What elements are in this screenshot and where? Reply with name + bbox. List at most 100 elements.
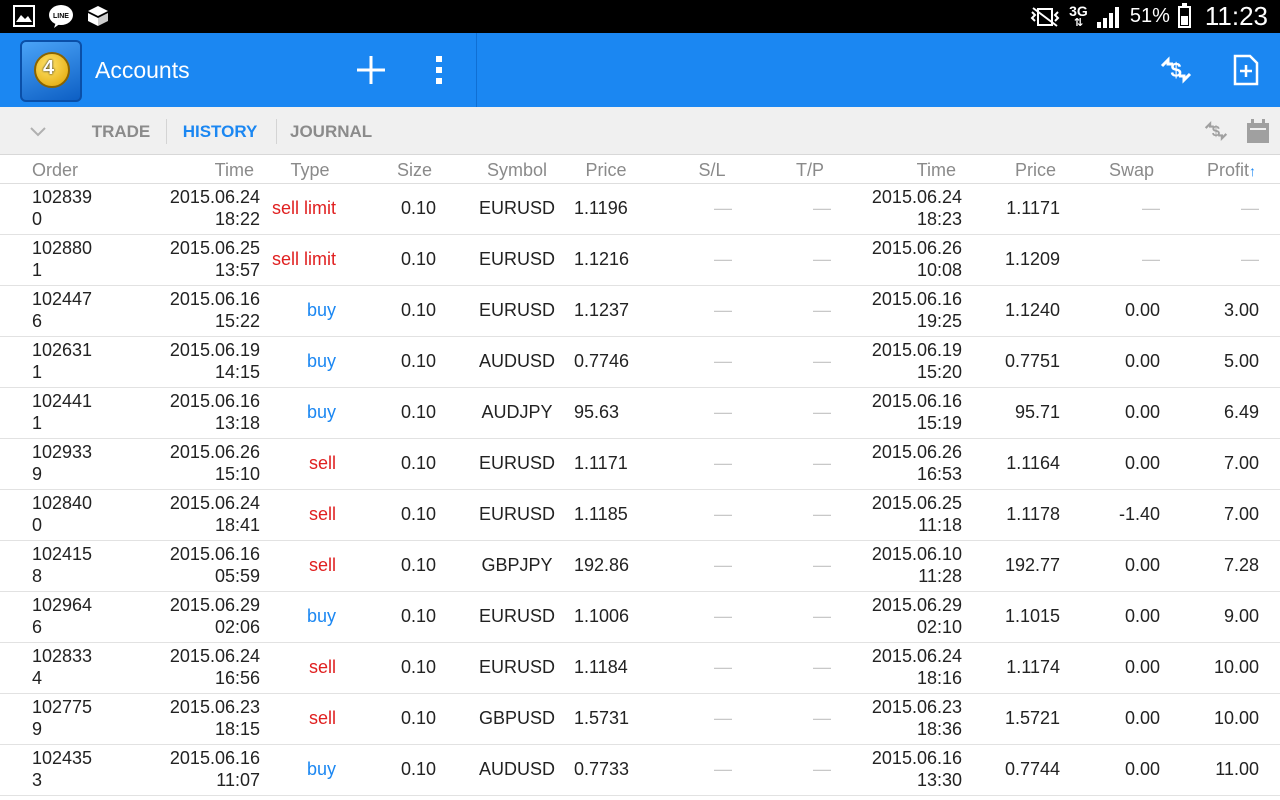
swap-value: 0.00 — [1124, 453, 1160, 473]
order-number-suffix: 9 — [32, 719, 43, 739]
column-header-tp[interactable]: T/P — [784, 160, 836, 181]
tab-divider — [276, 119, 277, 144]
column-header-price[interactable]: Price — [576, 160, 636, 181]
column-header-close-time[interactable]: Time — [917, 160, 956, 181]
tab-trade[interactable]: TRADE — [84, 107, 158, 155]
take-profit: — — [813, 402, 831, 422]
order-type: sell — [308, 708, 336, 728]
swap-value: — — [1142, 249, 1160, 269]
signal-icon — [1096, 6, 1119, 28]
open-time: 18:15 — [214, 719, 260, 739]
table-row[interactable]: 102441 1 2015.06.16 13:18 buy 0.10 AUDJP… — [0, 388, 1280, 439]
overflow-menu-button[interactable] — [425, 33, 453, 107]
table-row[interactable]: 102833 4 2015.06.24 16:56 sell 0.10 EURU… — [0, 643, 1280, 694]
stop-loss: — — [714, 198, 732, 218]
close-date: 2015.06.10 — [871, 544, 962, 564]
column-header-swap[interactable]: Swap — [1109, 160, 1154, 181]
close-time: 18:36 — [916, 719, 962, 739]
tab-bar: TRADE HISTORY JOURNAL $ — [0, 107, 1280, 155]
lot-size: 0.10 — [400, 249, 436, 269]
close-time: 02:10 — [916, 617, 962, 637]
tab-divider — [166, 119, 167, 144]
open-price: 95.63 — [574, 402, 620, 422]
column-header-time[interactable]: Time — [215, 160, 254, 181]
currency-exchange-icon[interactable]: $ — [1202, 117, 1230, 145]
stop-loss: — — [714, 402, 732, 422]
column-header-sl[interactable]: S/L — [686, 160, 738, 181]
close-time: 16:53 — [916, 464, 962, 484]
close-price: 192.77 — [1004, 555, 1060, 575]
close-date: 2015.06.16 — [871, 289, 962, 309]
profit-value: 3.00 — [1223, 300, 1259, 320]
order-number: 102631 — [32, 340, 93, 360]
svg-text:LINE: LINE — [53, 13, 69, 20]
column-header-size[interactable]: Size — [397, 160, 432, 181]
calendar-icon[interactable] — [1244, 117, 1272, 145]
column-header-symbol[interactable]: Symbol — [476, 160, 558, 181]
table-row[interactable]: 102415 8 2015.06.16 05:59 sell 0.10 GBPJ… — [0, 541, 1280, 592]
symbol: AUDUSD — [478, 351, 555, 371]
lot-size: 0.10 — [400, 453, 436, 473]
new-document-button[interactable] — [1224, 33, 1268, 107]
table-row[interactable]: 102964 6 2015.06.29 02:06 buy 0.10 EURUS… — [0, 592, 1280, 643]
table-row[interactable]: 102435 3 2015.06.16 11:07 buy 0.10 AUDUS… — [0, 745, 1280, 796]
close-price: 0.7751 — [1004, 351, 1060, 371]
order-number: 102964 — [32, 595, 93, 615]
order-number-suffix: 9 — [32, 464, 43, 484]
table-row[interactable]: 102839 0 2015.06.24 18:22 sell limit 0.1… — [0, 184, 1280, 235]
add-account-button[interactable] — [348, 33, 394, 107]
column-header-type[interactable]: Type — [280, 160, 340, 181]
table-row[interactable]: 102933 9 2015.06.26 15:10 sell 0.10 EURU… — [0, 439, 1280, 490]
lot-size: 0.10 — [400, 606, 436, 626]
open-date: 2015.06.24 — [169, 493, 260, 513]
open-date: 2015.06.25 — [169, 238, 260, 258]
order-number-suffix: 3 — [32, 770, 43, 790]
deposit-withdraw-button[interactable]: $ — [1152, 33, 1200, 107]
open-time: 18:41 — [214, 515, 260, 535]
order-number: 102839 — [32, 187, 93, 207]
order-number: 102441 — [32, 391, 93, 411]
profit-value: 7.00 — [1223, 453, 1259, 473]
tab-journal[interactable]: JOURNAL — [290, 107, 372, 155]
table-row[interactable]: 102631 1 2015.06.19 14:15 buy 0.10 AUDUS… — [0, 337, 1280, 388]
order-number: 102840 — [32, 493, 93, 513]
open-date: 2015.06.16 — [169, 391, 260, 411]
open-date: 2015.06.29 — [169, 595, 260, 615]
close-date: 2015.06.24 — [871, 187, 962, 207]
order-type: sell — [308, 453, 336, 473]
stop-loss: — — [714, 555, 732, 575]
close-time: 10:08 — [916, 260, 962, 280]
column-header-profit[interactable]: Profit↑ — [1207, 160, 1256, 181]
close-date: 2015.06.25 — [871, 493, 962, 513]
order-number-suffix: 0 — [32, 209, 43, 229]
profit-value: 10.00 — [1213, 657, 1259, 677]
open-time: 18:22 — [214, 209, 260, 229]
open-time: 02:06 — [214, 617, 260, 637]
table-row[interactable]: 102840 0 2015.06.24 18:41 sell 0.10 EURU… — [0, 490, 1280, 541]
close-date: 2015.06.29 — [871, 595, 962, 615]
order-number-suffix: 8 — [32, 566, 43, 586]
table-row[interactable]: 102447 6 2015.06.16 15:22 buy 0.10 EURUS… — [0, 286, 1280, 337]
open-time: 16:56 — [214, 668, 260, 688]
open-price: 1.5731 — [574, 708, 630, 728]
add-document-icon — [1233, 54, 1259, 86]
table-row[interactable]: 102775 9 2015.06.23 18:15 sell 0.10 GBPU… — [0, 694, 1280, 745]
open-date: 2015.06.16 — [169, 748, 260, 768]
svg-text:$: $ — [1170, 60, 1181, 82]
line-app-icon: LINE — [49, 5, 73, 28]
status-bar: LINE 3G ⇅ 51% 11:23 — [0, 0, 1280, 33]
close-date: 2015.06.26 — [871, 238, 962, 258]
take-profit: — — [813, 300, 831, 320]
column-header-close-price[interactable]: Price — [1015, 160, 1056, 181]
close-time: 13:30 — [916, 770, 962, 790]
open-date: 2015.06.16 — [169, 544, 260, 564]
table-row[interactable]: 102880 1 2015.06.25 13:57 sell limit 0.1… — [0, 235, 1280, 286]
close-date: 2015.06.23 — [871, 697, 962, 717]
close-price: 1.5721 — [1004, 708, 1060, 728]
metatrader-logo-icon[interactable]: 4 — [20, 40, 82, 102]
tab-history[interactable]: HISTORY — [180, 107, 260, 155]
chevron-down-icon[interactable] — [26, 119, 50, 143]
order-number: 102933 — [32, 442, 93, 462]
column-header-order[interactable]: Order — [32, 160, 78, 181]
swap-value: 0.00 — [1124, 606, 1160, 626]
